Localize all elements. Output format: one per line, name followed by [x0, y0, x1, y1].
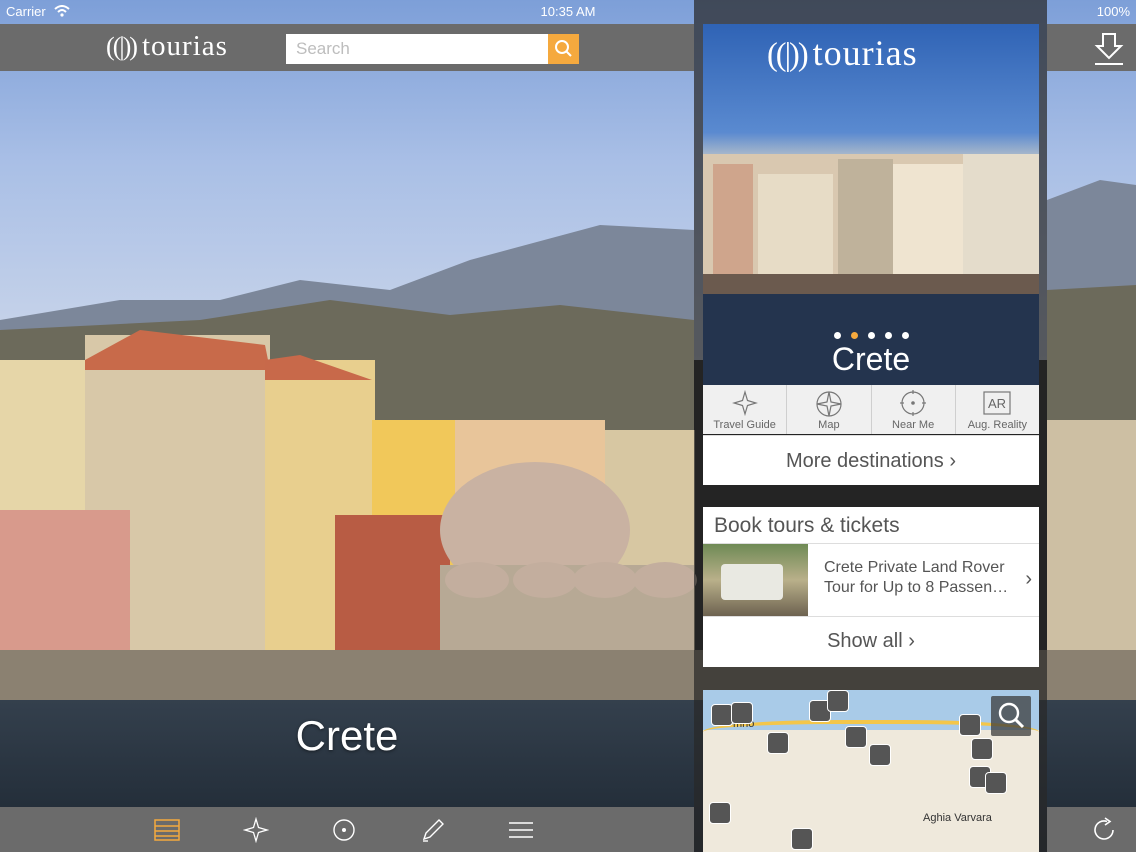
list-icon[interactable]: [154, 817, 180, 843]
destination-title: Crete: [295, 712, 399, 759]
page-dot[interactable]: [901, 332, 909, 339]
more-destinations-label: More destinations: [785, 450, 944, 472]
tours-title: Book tours & tickets: [703, 507, 1039, 544]
tour-item-line-1: Crete Private Land Rover: [824, 559, 1005, 576]
destination-hero-card[interactable]: ((|)) tourias Crete: [703, 24, 1039, 385]
search-icon: [998, 702, 1025, 729]
near-me-label: Near Me: [892, 419, 935, 431]
map-label: Map: [818, 419, 840, 431]
map-pin-icon[interactable]: [869, 744, 891, 766]
show-all-label: Show all: [827, 630, 903, 652]
top-bar-right: [1047, 24, 1136, 71]
ar-icon-text: AR: [988, 396, 1006, 411]
tour-item-line-2: Tour for Up to 8 Passen…: [824, 579, 1009, 596]
target-icon: [900, 390, 927, 416]
map-pin-icon[interactable]: [959, 714, 981, 736]
map-pin-icon[interactable]: [731, 702, 753, 724]
panel-logo-text: tourias: [812, 33, 918, 73]
more-destinations-button[interactable]: More destinations ›: [703, 435, 1039, 485]
chevron-right-icon: ›: [949, 450, 957, 472]
augmented-reality-button[interactable]: AR Aug. Reality: [956, 385, 1039, 434]
page-dot-active[interactable]: [850, 332, 858, 339]
map-pin-icon[interactable]: [985, 772, 1007, 794]
search-icon: [555, 40, 572, 57]
battery-label: 100%: [1096, 4, 1130, 19]
map-pin-icon[interactable]: [767, 732, 789, 754]
show-all-button[interactable]: Show all ›: [703, 617, 1039, 666]
page-dot[interactable]: [867, 332, 875, 339]
download-icon[interactable]: [1089, 28, 1129, 68]
top-bar: ((|)) tourias: [0, 24, 694, 71]
feature-row: Travel Guide Map Near Me AR Aug. Reality: [703, 385, 1039, 434]
panel-logo: ((|)) tourias: [767, 32, 918, 74]
map-pin-icon[interactable]: [971, 738, 993, 760]
map-preview[interactable]: mno Aghia Varvara: [703, 690, 1039, 852]
travel-guide-label: Travel Guide: [713, 419, 776, 431]
jeep-image: [721, 564, 783, 600]
star-icon: [731, 389, 758, 417]
tour-item-title: Crete Private Land Rover Tour for Up to …: [824, 558, 1024, 598]
map-pin-icon[interactable]: [711, 704, 733, 726]
map-pin-icon[interactable]: [845, 726, 867, 748]
clock: 10:35 AM: [540, 4, 596, 19]
tour-thumbnail: [703, 544, 808, 616]
tours-card: Book tours & tickets Crete Private Land …: [703, 507, 1039, 667]
chevron-right-icon: ›: [908, 630, 915, 652]
hero-title: Crete: [831, 341, 911, 377]
augmented-reality-label: Aug. Reality: [967, 419, 1028, 431]
tour-item[interactable]: Crete Private Land Rover Tour for Up to …: [703, 544, 1039, 617]
compass-icon: [816, 391, 842, 417]
pen-icon[interactable]: [420, 817, 446, 843]
map-zoom-button[interactable]: [991, 696, 1031, 736]
page-dot[interactable]: [833, 332, 841, 339]
near-me-button[interactable]: Near Me: [872, 385, 956, 434]
refresh-icon[interactable]: [1091, 816, 1119, 844]
logo-text: tourias: [141, 30, 228, 62]
map-pin-icon[interactable]: [827, 690, 849, 712]
logo-mark-icon: ((|)): [106, 32, 138, 61]
app-logo: ((|)) tourias: [106, 30, 228, 63]
map-pin-icon[interactable]: [709, 802, 731, 824]
page-dot[interactable]: [884, 332, 892, 339]
bottom-toolbar: [0, 807, 694, 852]
target-icon[interactable]: [331, 817, 357, 843]
travel-guide-button[interactable]: Travel Guide: [703, 385, 788, 434]
map-button[interactable]: Map: [787, 385, 872, 434]
status-bar: Carrier 10:35 AM 100%: [0, 0, 1136, 24]
bottom-toolbar-right: [1047, 807, 1136, 852]
search-button[interactable]: [548, 34, 579, 64]
ar-icon: AR: [983, 391, 1011, 415]
search-input[interactable]: [286, 34, 548, 64]
logo-mark-icon: ((|)): [767, 37, 809, 73]
menu-icon[interactable]: [508, 817, 534, 843]
map-pin-icon[interactable]: [791, 828, 813, 850]
map-place-label: Aghia Varvara: [923, 812, 992, 824]
chevron-right-icon: ›: [1025, 568, 1032, 590]
star-icon[interactable]: [243, 817, 269, 843]
